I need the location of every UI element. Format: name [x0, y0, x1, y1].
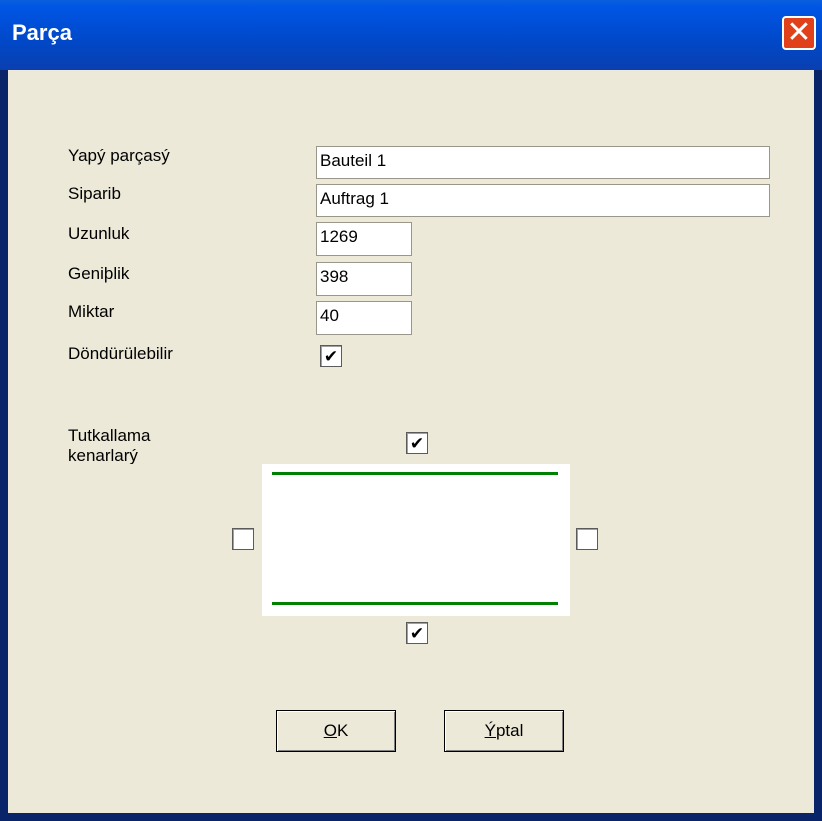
ok-label-rest: K	[336, 721, 349, 740]
edges-label: Tutkallama kenarlarý	[68, 426, 151, 464]
bottom-edge-checkbox[interactable]: ✔	[406, 622, 428, 644]
dialog-window: Parça ✕ Yapý parçasý Bauteil 1 Siparib A…	[0, 0, 822, 821]
cancel-label-rest: ptal	[495, 721, 524, 740]
edges-label-clip: Tutkallama kenarlarý	[68, 426, 218, 464]
right-edge-checkbox[interactable]	[576, 528, 598, 550]
cancel-button[interactable]: Ýptal	[444, 710, 564, 752]
part-label: Yapý parçasý	[68, 146, 170, 165]
check-icon: ✔	[323, 346, 339, 366]
close-button[interactable]: ✕	[782, 16, 816, 50]
top-edge-checkbox[interactable]: ✔	[406, 432, 428, 454]
check-icon: ✔	[409, 623, 425, 643]
left-edge-checkbox[interactable]	[232, 528, 254, 550]
order-input[interactable]: Auftrag 1	[316, 184, 770, 217]
length-input[interactable]: 1269	[316, 222, 412, 256]
order-label: Siparib	[68, 184, 121, 203]
close-icon: ✕	[786, 16, 812, 49]
width-input[interactable]: 398	[316, 262, 412, 296]
edge-preview	[262, 464, 570, 616]
rotatable-label: Döndürülebilir	[68, 344, 173, 363]
cancel-accelerator: Ý	[484, 721, 496, 740]
check-icon: ✔	[409, 433, 425, 453]
window-title: Parça	[12, 20, 72, 45]
dialog-body: Yapý parçasý Bauteil 1 Siparib Auftrag 1…	[8, 70, 814, 813]
width-label: Geniþlik	[68, 264, 130, 283]
quantity-label: Miktar	[68, 302, 115, 321]
quantity-input[interactable]: 40	[316, 301, 412, 335]
length-label: Uzunluk	[68, 224, 130, 243]
part-input[interactable]: Bauteil 1	[316, 146, 770, 179]
rotatable-checkbox[interactable]: ✔	[320, 345, 342, 367]
title-bar[interactable]: Parça ✕	[0, 0, 822, 70]
ok-button[interactable]: OK	[276, 710, 396, 752]
top-edge-line	[272, 472, 558, 475]
ok-accelerator: O	[323, 721, 337, 740]
bottom-edge-line	[272, 602, 558, 605]
